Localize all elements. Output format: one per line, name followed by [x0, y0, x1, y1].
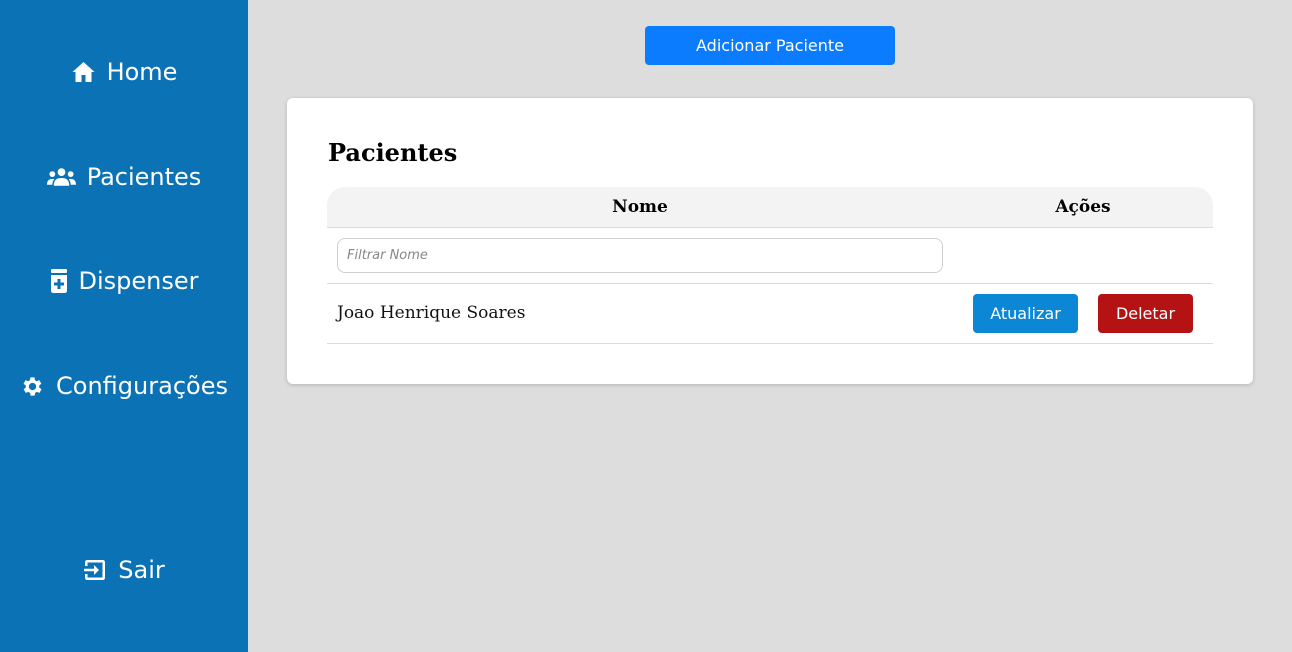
logout-icon: [84, 560, 106, 580]
sidebar-item-home[interactable]: Home: [0, 52, 248, 92]
users-icon: [46, 168, 76, 186]
sidebar-item-dispenser[interactable]: Dispenser: [0, 261, 248, 301]
table-row: Joao Henrique Soares Atualizar Deletar: [327, 284, 1213, 344]
patients-table: Nome Ações Joao Henrique Soares Atualiza…: [327, 187, 1213, 344]
add-patient-button[interactable]: Adicionar Paciente: [645, 26, 895, 65]
patients-card: Pacientes Nome Ações Joao Henrique Soare…: [287, 98, 1253, 384]
filter-name-input[interactable]: [337, 238, 943, 273]
page-title: Pacientes: [328, 138, 458, 167]
home-icon: [72, 62, 95, 82]
filter-row: [327, 228, 1213, 284]
update-button[interactable]: Atualizar: [973, 294, 1078, 333]
table-header: Nome Ações: [327, 187, 1213, 228]
gear-icon: [23, 376, 42, 396]
delete-button[interactable]: Deletar: [1098, 294, 1193, 333]
sidebar-item-pacientes[interactable]: Pacientes: [0, 157, 248, 197]
sidebar-item-label: Home: [106, 58, 178, 86]
patient-name: Joao Henrique Soares: [337, 303, 526, 323]
sidebar-item-label: Dispenser: [78, 267, 199, 295]
column-header-acoes: Ações: [1055, 197, 1111, 217]
sidebar-item-label: Pacientes: [86, 163, 202, 191]
sidebar-item-label: Sair: [118, 556, 165, 584]
column-header-nome: Nome: [612, 197, 668, 217]
sidebar: Home Pacientes Dispenser Configurações S…: [0, 0, 248, 652]
sidebar-item-label: Configurações: [56, 372, 228, 400]
sidebar-item-sair[interactable]: Sair: [0, 550, 248, 590]
sidebar-item-configuracoes[interactable]: Configurações: [0, 366, 248, 406]
medicine-icon: [50, 269, 67, 293]
